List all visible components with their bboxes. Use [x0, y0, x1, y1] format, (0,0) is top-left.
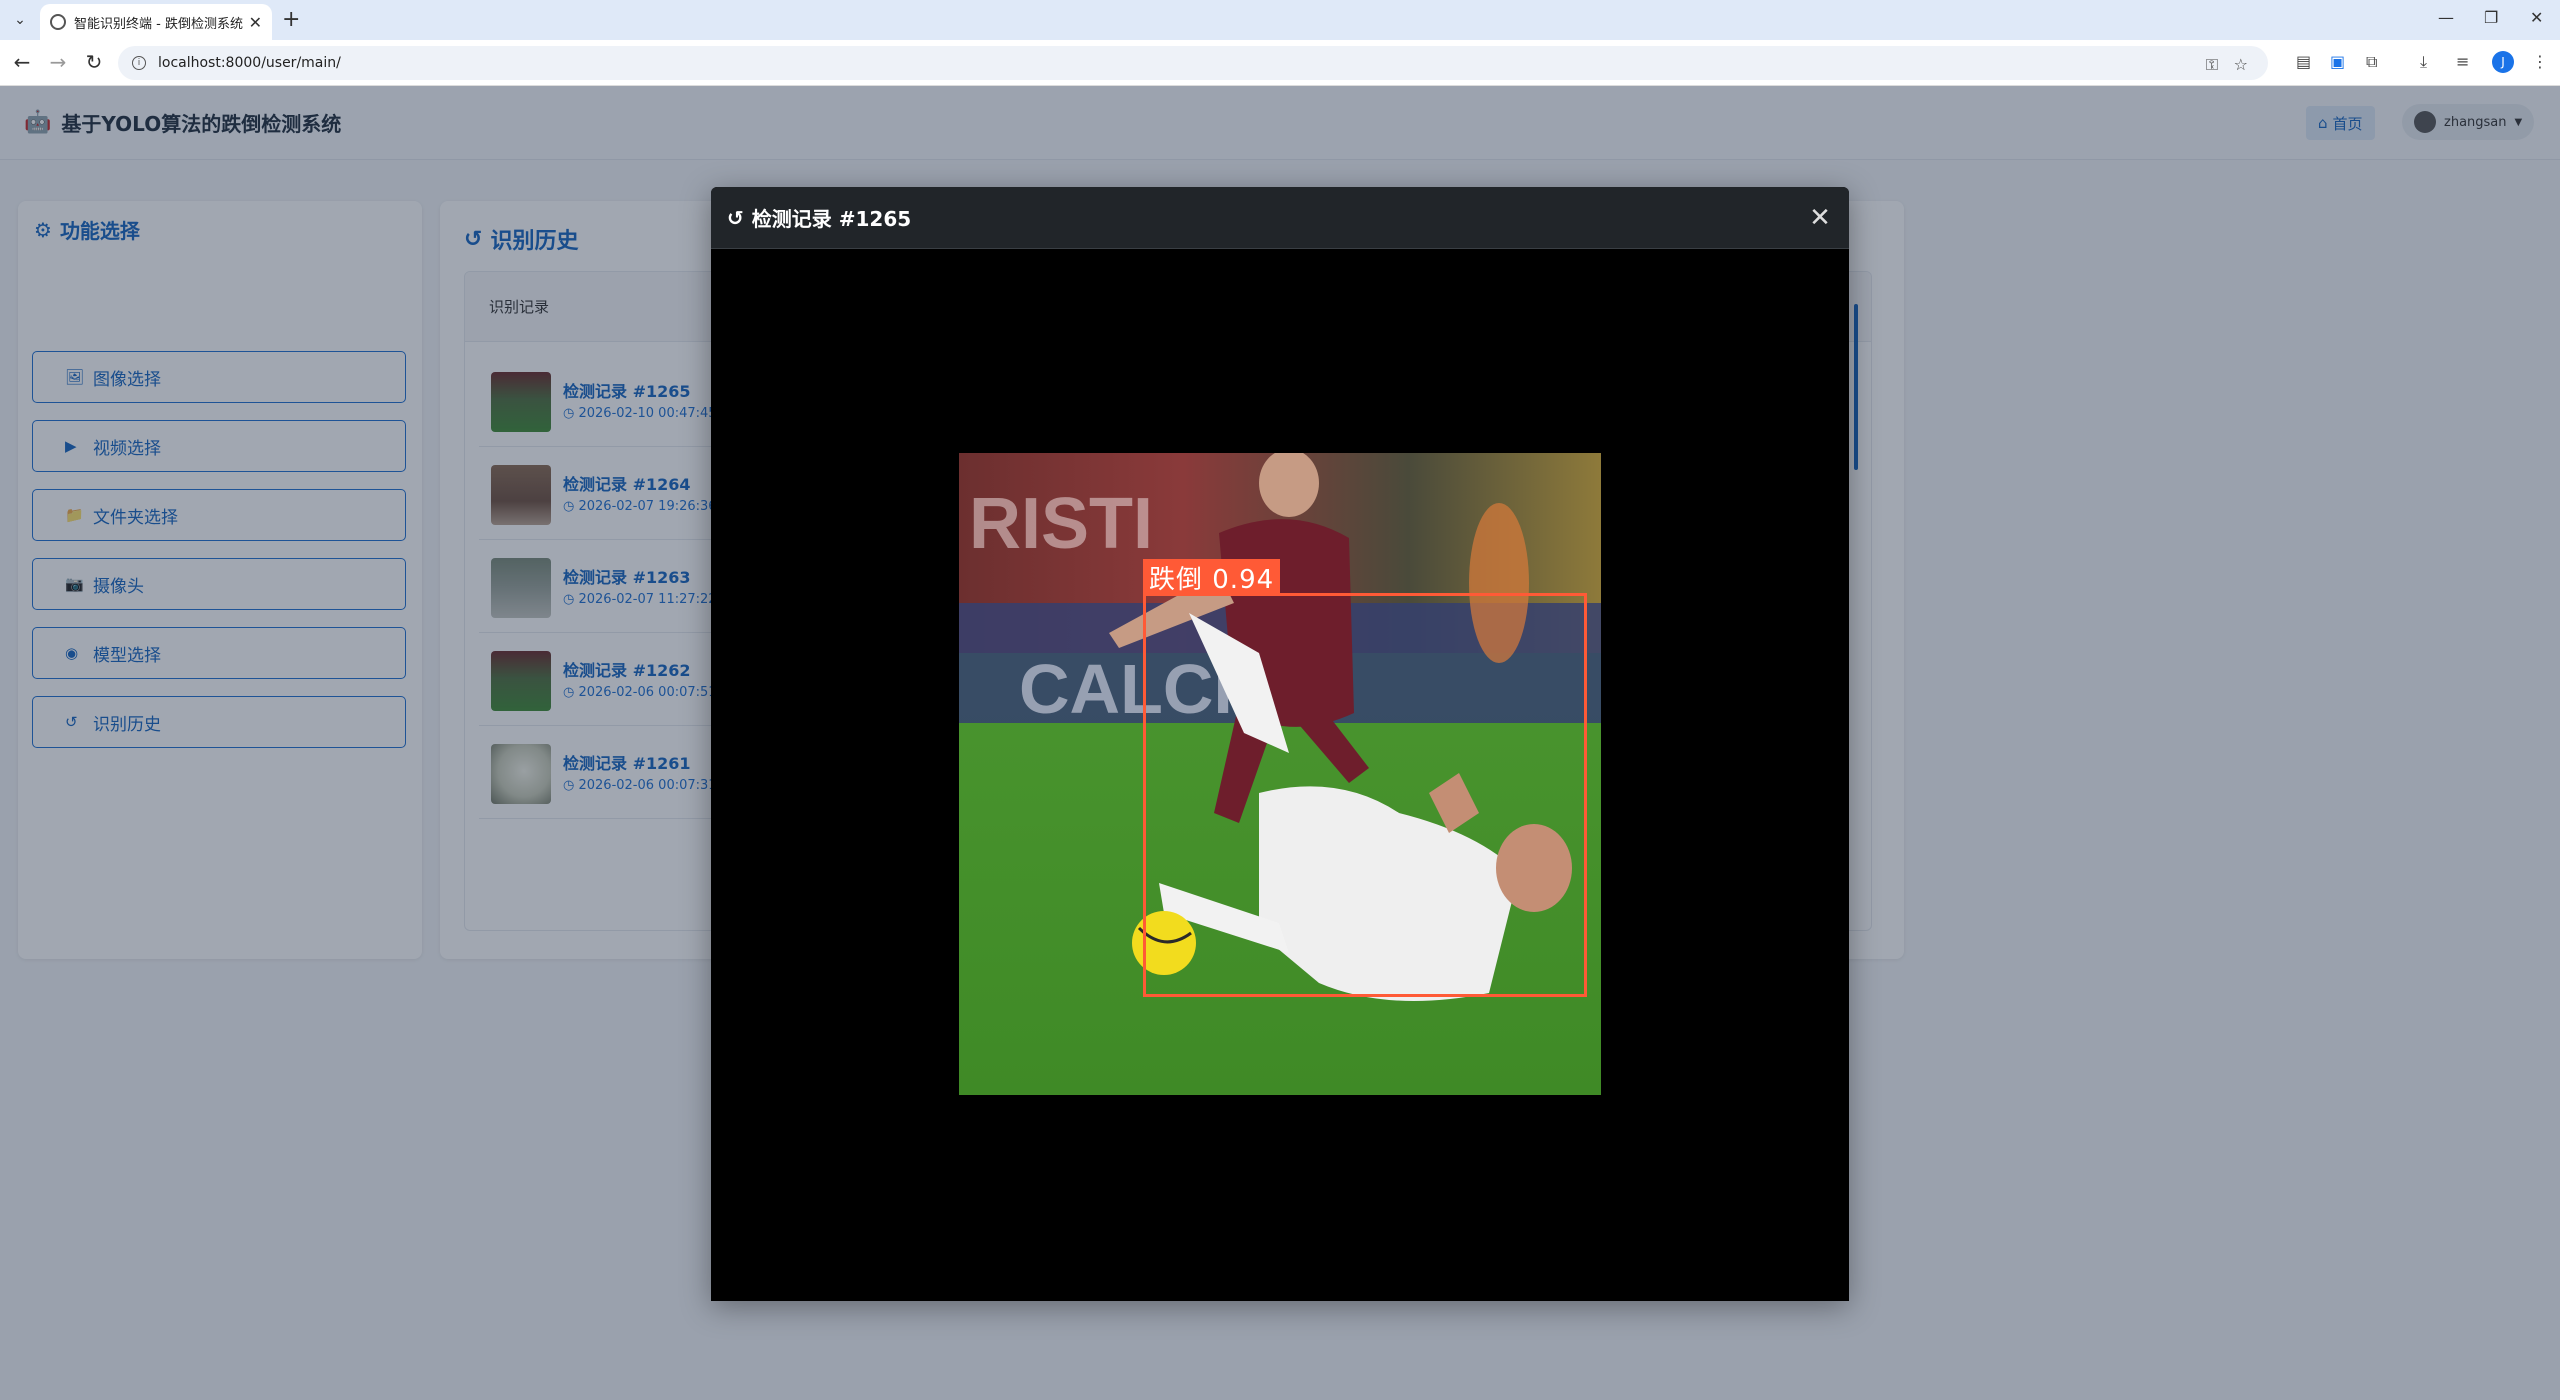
profile-avatar[interactable]: J — [2492, 51, 2514, 73]
restore-icon[interactable]: ❐ — [2484, 8, 2498, 27]
site-info-icon[interactable]: i — [132, 56, 146, 70]
url-text: localhost:8000/user/main/ — [158, 55, 341, 71]
browser-toolbar: ← → ↻ i localhost:8000/user/main/ ☆ ⚿ ▤ … — [0, 40, 2560, 86]
media-queue-icon[interactable]: ≡ — [2456, 52, 2469, 71]
modal-close-icon[interactable]: ✕ — [1805, 203, 1835, 233]
tab-close-icon[interactable]: ✕ — [249, 13, 262, 32]
favicon-icon — [50, 14, 66, 30]
back-arrow-icon[interactable]: ← — [10, 50, 34, 74]
tab-strip-icon[interactable]: ▤ — [2296, 52, 2311, 71]
reload-icon[interactable]: ↻ — [82, 50, 106, 74]
browser-tab-active[interactable]: 智能识别终端 - 跌倒检测系统 ✕ — [40, 4, 272, 40]
tab-title: 智能识别终端 - 跌倒检测系统 — [74, 16, 243, 32]
modal-title-text: 检测记录 #1265 — [751, 207, 912, 231]
address-bar[interactable]: i localhost:8000/user/main/ ☆ ⚿ — [118, 46, 2268, 80]
forward-arrow-icon[interactable]: → — [46, 50, 70, 74]
bookmark-star-icon[interactable]: ☆ — [2234, 55, 2248, 74]
extension-active-icon[interactable]: ▣ — [2330, 52, 2345, 71]
page: 🤖 基于YOLO算法的跌倒检测系统 ⌂ 首页 zhangsan ▼ ⚙ 功能选择… — [0, 86, 2560, 1400]
minimize-icon[interactable]: — — [2438, 8, 2454, 27]
modal-header: ↺ 检测记录 #1265 ✕ — [711, 187, 1849, 249]
download-icon[interactable]: ⤓ — [2420, 52, 2427, 72]
password-key-icon[interactable]: ⚿ — [2206, 55, 2218, 75]
tab-search-chevron-icon[interactable]: ⌄ — [8, 8, 32, 32]
detection-result-image: CALCIO RISTI 跌倒 0.94 — [959, 453, 1601, 1095]
detection-bounding-box — [1143, 593, 1587, 997]
window-close-icon[interactable]: ✕ — [2530, 8, 2543, 27]
modal-body: CALCIO RISTI 跌倒 0.94 — [711, 249, 1849, 1301]
browser-menu-icon[interactable]: ⋮ — [2532, 52, 2548, 71]
new-tab-plus-icon[interactable]: + — [282, 8, 300, 32]
detection-record-modal: ↺ 检测记录 #1265 ✕ CALCIO RISTI 跌倒 0.94 — [711, 187, 1849, 1301]
modal-title: ↺ 检测记录 #1265 — [727, 203, 911, 232]
extensions-puzzle-icon[interactable]: ⧉ — [2366, 52, 2377, 72]
detection-label: 跌倒 0.94 — [1143, 559, 1281, 595]
history-icon: ↺ — [727, 205, 744, 230]
svg-text:RISTI: RISTI — [969, 484, 1153, 564]
browser-tab-bar: ⌄ 智能识别终端 - 跌倒检测系统 ✕ + — ❐ ✕ — [0, 0, 2560, 40]
